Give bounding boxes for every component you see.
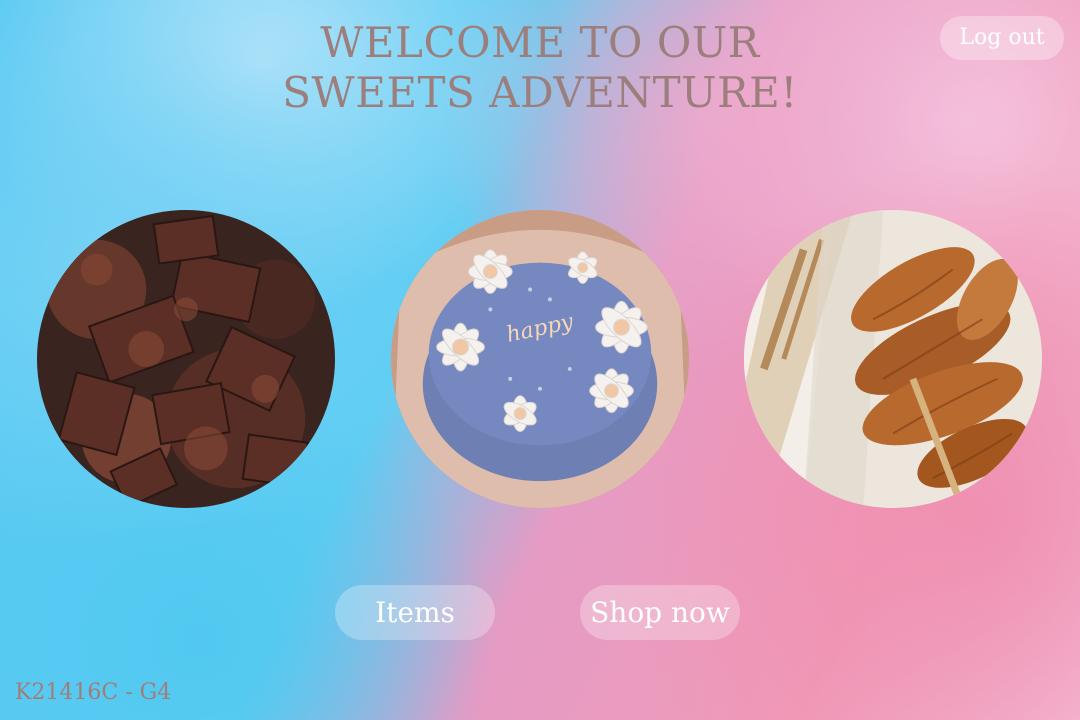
shop-now-button[interactable]: Shop now — [580, 585, 740, 640]
croissants-illustration — [744, 210, 1042, 508]
page-title-line-2: SWEETS ADVENTURE! — [282, 68, 798, 117]
page-title-line-1: WELCOME TO OUR — [320, 18, 760, 67]
logout-button[interactable]: Log out — [940, 16, 1064, 60]
page-title: WELCOME TO OUR SWEETS ADVENTURE! — [200, 18, 880, 118]
chocolate-illustration — [37, 210, 335, 508]
items-button[interactable]: Items — [335, 585, 495, 640]
cake-illustration: happy — [391, 210, 689, 508]
croissants-image[interactable] — [744, 210, 1042, 508]
chocolate-image[interactable] — [37, 210, 335, 508]
cake-image[interactable]: happy — [391, 210, 689, 508]
footer-text: K21416C - G4 — [15, 680, 172, 705]
